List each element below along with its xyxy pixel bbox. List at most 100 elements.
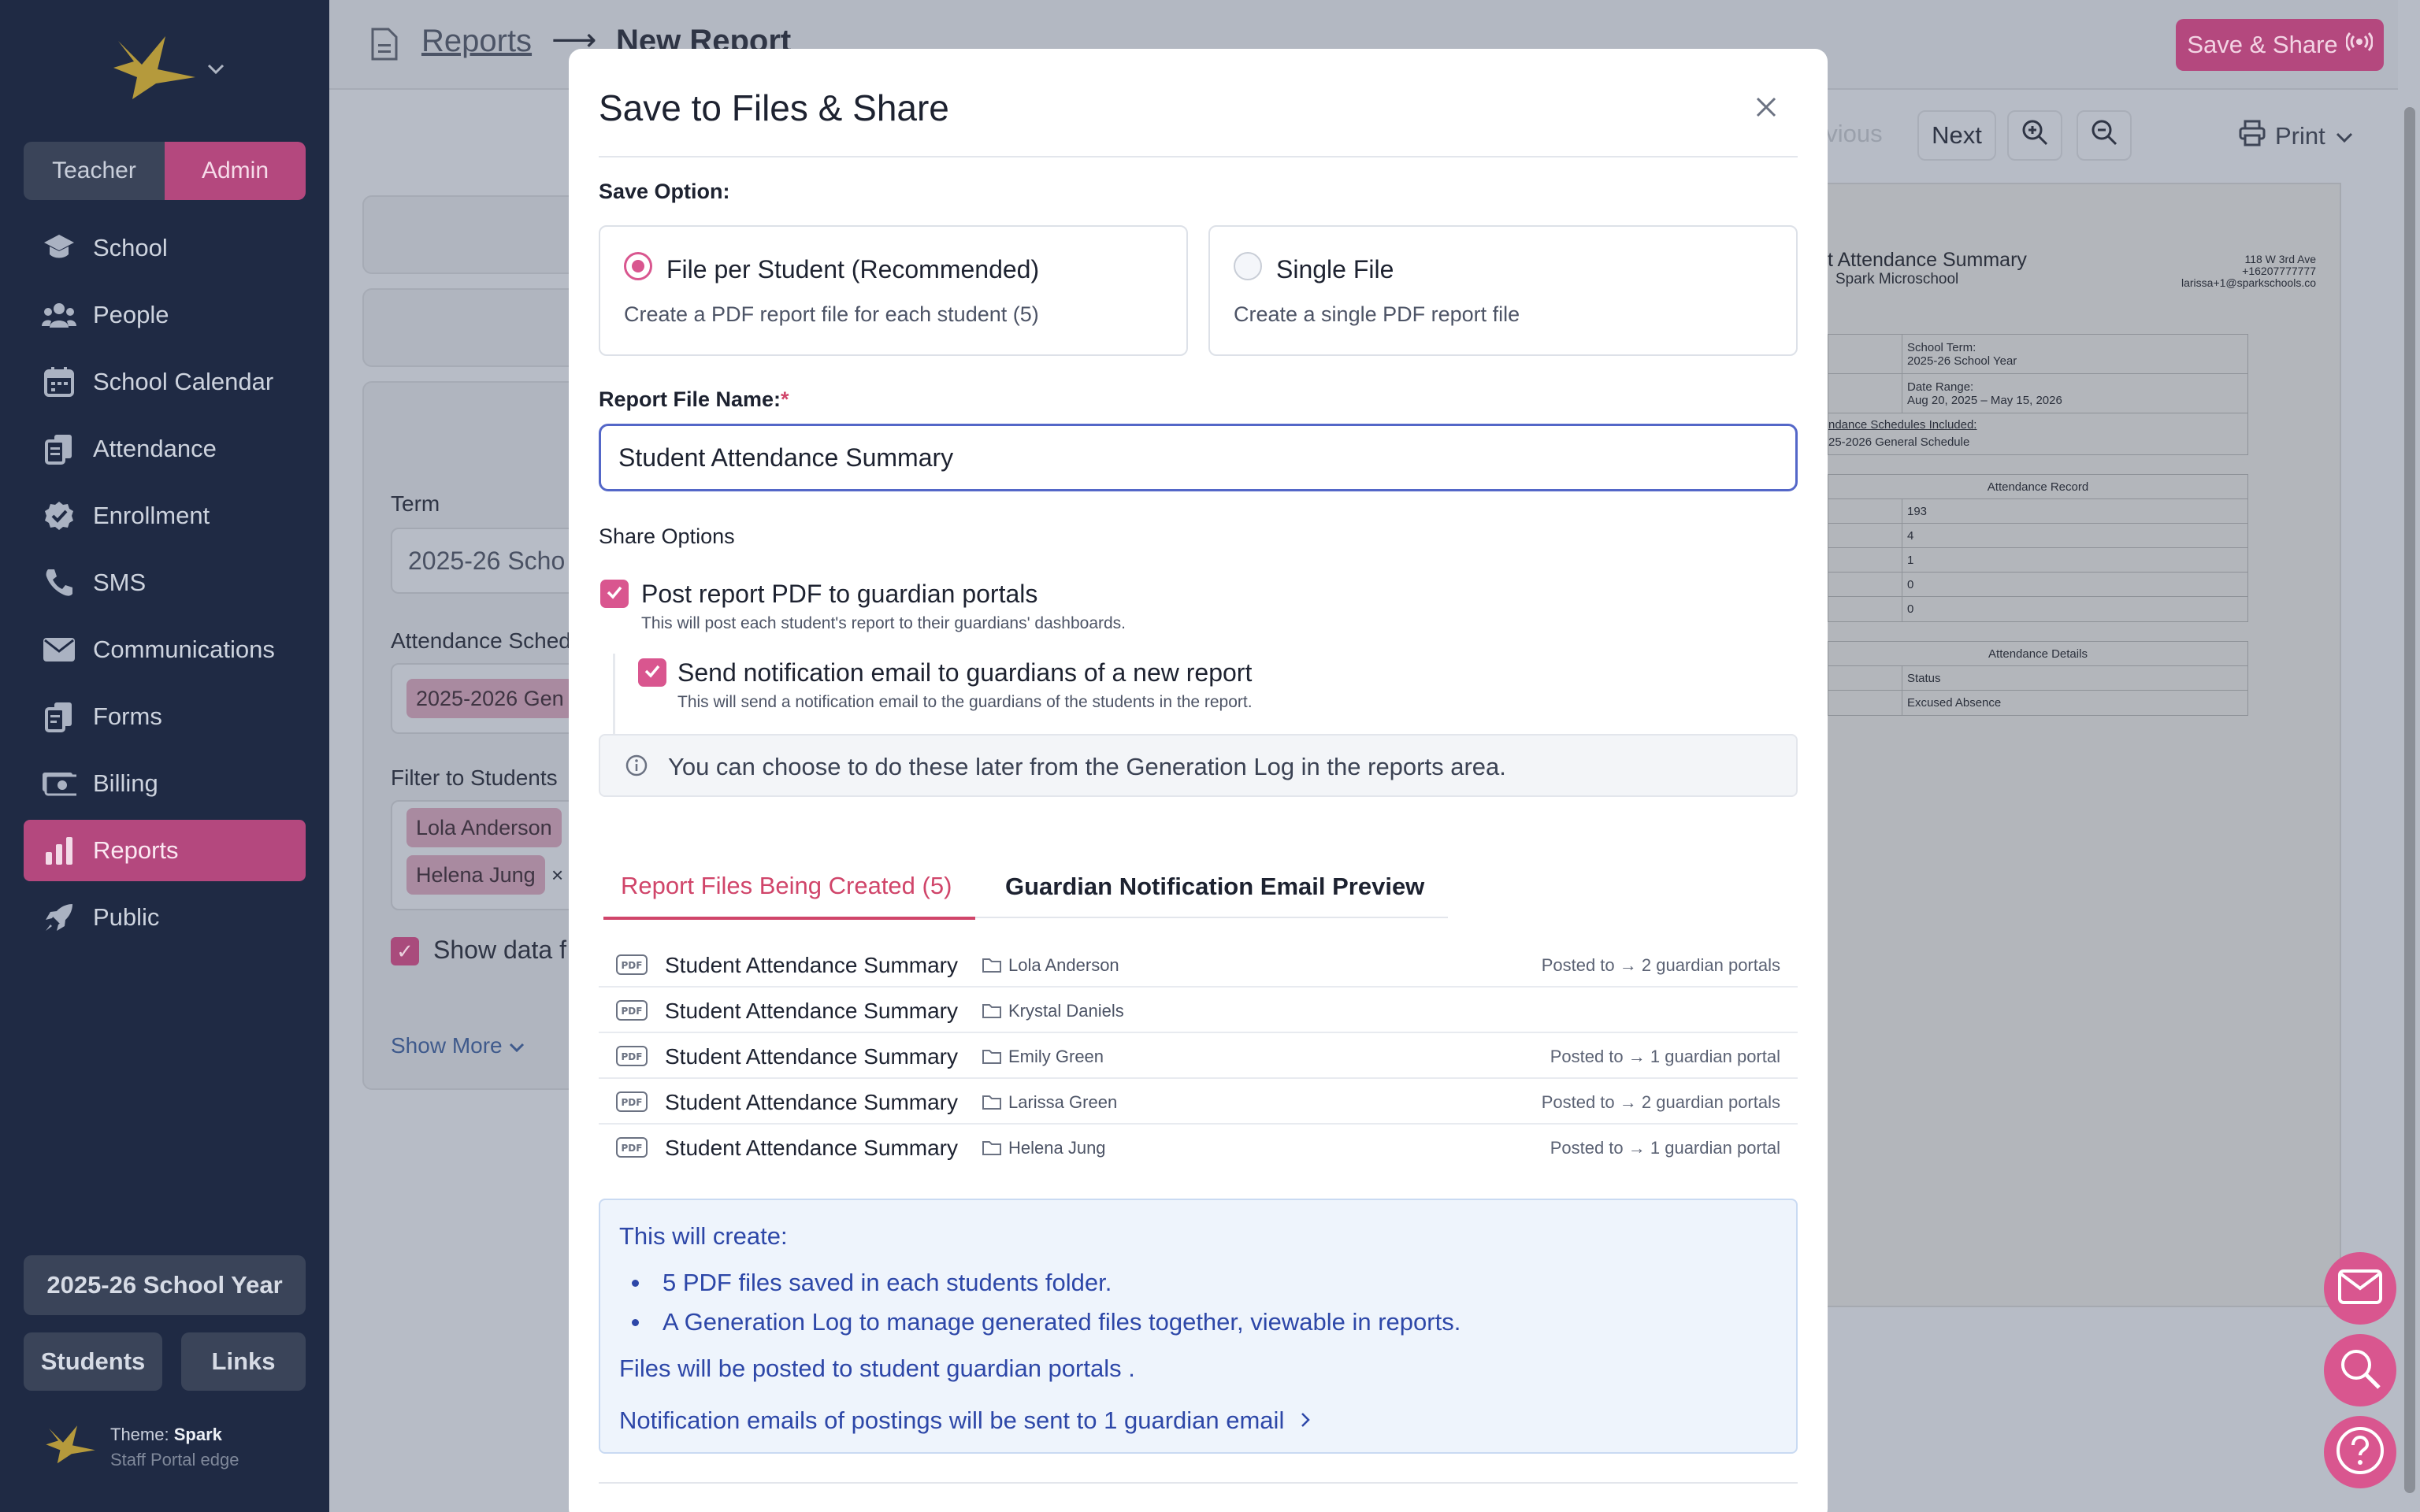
term-label: Term: [391, 491, 440, 516]
filter-students-label: Filter to Students: [391, 765, 558, 790]
sidebar-item-label: People: [93, 301, 169, 328]
sidebar-item-attendance[interactable]: Attendance: [24, 418, 306, 480]
modal-tabs: Report Files Being Created (5) Guardian …: [603, 855, 1448, 920]
radio-selected[interactable]: [624, 252, 652, 280]
list-item: 5 PDF files saved in each students folde…: [632, 1263, 1461, 1303]
sidebar-item-people[interactable]: People: [24, 284, 306, 346]
sidebar-item-forms[interactable]: Forms: [24, 686, 306, 747]
students-button[interactable]: Students: [24, 1332, 162, 1391]
role-admin-button[interactable]: Admin: [165, 142, 306, 200]
sidebar-item-reports[interactable]: Reports: [24, 820, 306, 881]
option-file-per-student[interactable]: File per Student (Recommended) Create a …: [599, 225, 1188, 356]
search-fab-button[interactable]: [2324, 1334, 2396, 1406]
zoom-out-button[interactable]: [2077, 110, 2132, 161]
remove-chip-icon[interactable]: ×: [551, 863, 563, 888]
post-portals-description: This will post each student's report to …: [641, 614, 1126, 632]
close-icon: [1754, 95, 1778, 123]
report-preview-page: t Attendance Summary Spark Microschool 1…: [1826, 183, 2341, 1307]
role-toggle: Teacher Admin: [24, 142, 306, 200]
show-data-checkbox[interactable]: ✓: [391, 937, 419, 965]
student-chip-label: Helena Jung: [416, 862, 536, 887]
file-name: Student Attendance Summary: [665, 999, 958, 1023]
sidebar-item-enrollment[interactable]: Enrollment: [24, 485, 306, 547]
tab-report-files[interactable]: Report Files Being Created (5): [603, 855, 975, 920]
sidebar: Teacher Admin School People School Calen…: [0, 0, 329, 1512]
table-cell: 4: [1907, 528, 1914, 543]
file-name-label-text: Report File Name:: [599, 387, 781, 411]
summary-notify-text: Notification emails of postings will be …: [619, 1406, 1285, 1434]
file-name: Student Attendance Summary: [665, 1136, 958, 1160]
svg-text:PDF: PDF: [622, 1143, 643, 1154]
bg-card: [362, 195, 583, 274]
billing-icon: [41, 765, 77, 802]
mail-fab-button[interactable]: [2324, 1252, 2396, 1325]
list-item: PDF Student Attendance Summary Krystal D…: [599, 988, 1798, 1033]
theme-prefix: Theme:: [110, 1425, 169, 1444]
rocket-icon: [41, 899, 77, 936]
list-item: PDF Student Attendance Summary Emily Gre…: [599, 1033, 1798, 1079]
list-item: PDF Student Attendance Summary Lola Ande…: [599, 942, 1798, 988]
notify-email-checkbox[interactable]: [638, 658, 666, 687]
tab-email-preview[interactable]: Guardian Notification Email Preview: [1005, 855, 1424, 918]
sidebar-item-school[interactable]: School: [24, 217, 306, 279]
school-year-button[interactable]: 2025-26 School Year: [24, 1255, 306, 1315]
school-icon: [41, 230, 77, 266]
table-row: Date Range: Aug 20, 2025 – May 15, 2026: [1828, 374, 2247, 413]
breadcrumb-reports-link[interactable]: Reports: [421, 24, 532, 59]
chevron-down-icon[interactable]: [206, 63, 225, 80]
print-button[interactable]: Print: [2239, 120, 2354, 153]
links-button[interactable]: Links: [181, 1332, 306, 1391]
paper-phone: +16207777777: [2242, 265, 2316, 277]
sidebar-item-billing[interactable]: Billing: [24, 753, 306, 814]
spark-logo-icon[interactable]: [110, 33, 197, 103]
role-teacher-button[interactable]: Teacher: [24, 142, 165, 200]
report-files-list: PDF Student Attendance Summary Lola Ande…: [599, 942, 1798, 1170]
sidebar-item-sms[interactable]: SMS: [24, 552, 306, 613]
sidebar-item-public[interactable]: Public: [24, 887, 306, 948]
svg-text:PDF: PDF: [622, 1006, 643, 1017]
phone-icon: [41, 565, 77, 601]
next-button[interactable]: Next: [1917, 110, 1996, 161]
option-single-file[interactable]: Single File Create a single PDF report f…: [1208, 225, 1798, 356]
help-fab-button[interactable]: [2324, 1416, 2396, 1488]
close-button[interactable]: [1749, 91, 1783, 126]
save-share-button[interactable]: Save & Share: [2176, 19, 2384, 71]
table-cell: Date Range:: [1907, 380, 1974, 394]
option-description: Create a PDF report file for each studen…: [624, 302, 1039, 326]
radio-unselected[interactable]: [1234, 252, 1262, 280]
sidebar-item-communications[interactable]: Communications: [24, 619, 306, 680]
posted-status: Posted to → 1 guardian portal: [1550, 1047, 1780, 1066]
zoom-in-button[interactable]: [2007, 110, 2062, 161]
student-name: Krystal Daniels: [1008, 1001, 1124, 1021]
page-scrollbar[interactable]: [2398, 0, 2420, 1512]
folder-icon: [982, 1139, 1002, 1160]
scrollbar-thumb[interactable]: [2404, 107, 2415, 1493]
table-row: Status: [1828, 666, 2247, 691]
sidebar-item-label: Enrollment: [93, 502, 210, 529]
paper-title: t Attendance Summary: [1828, 249, 2027, 271]
table-row: School Term: 2025-26 School Year: [1828, 335, 2247, 374]
student-name: Emily Green: [1008, 1047, 1104, 1066]
paper-school: Spark Microschool: [1835, 271, 1959, 287]
required-mark: *: [781, 387, 789, 411]
pdf-icon: PDF: [616, 1000, 648, 1025]
list-item: PDF Student Attendance Summary Helena Ju…: [599, 1125, 1798, 1170]
table-cell: 1: [1907, 553, 1914, 567]
paper-info-table: School Term: 2025-26 School Year Date Ran…: [1828, 334, 2248, 455]
sidebar-item-school-calendar[interactable]: School Calendar: [24, 351, 306, 413]
notify-email-description: This will send a notification email to t…: [677, 693, 1253, 711]
file-name-label: Report File Name:*: [599, 387, 789, 412]
term-select[interactable]: 2025-26 Scho: [391, 528, 588, 594]
file-name-input[interactable]: Student Attendance Summary: [599, 424, 1798, 491]
option-title: Single File: [1276, 255, 1394, 284]
sidebar-item-label: School Calendar: [93, 368, 274, 395]
summary-notify-link[interactable]: Notification emails of postings will be …: [619, 1406, 1311, 1435]
student-chip: Lola Anderson: [406, 808, 562, 847]
post-portals-checkbox[interactable]: [600, 580, 629, 608]
sidebar-item-label: School: [93, 234, 168, 261]
folder-icon: [982, 1002, 1002, 1023]
sidebar-item-label: Public: [93, 903, 160, 931]
info-callout: You can choose to do these later from th…: [599, 734, 1798, 797]
post-portals-title: Post report PDF to guardian portals: [641, 580, 1038, 608]
show-more-link[interactable]: Show More: [391, 1033, 525, 1058]
